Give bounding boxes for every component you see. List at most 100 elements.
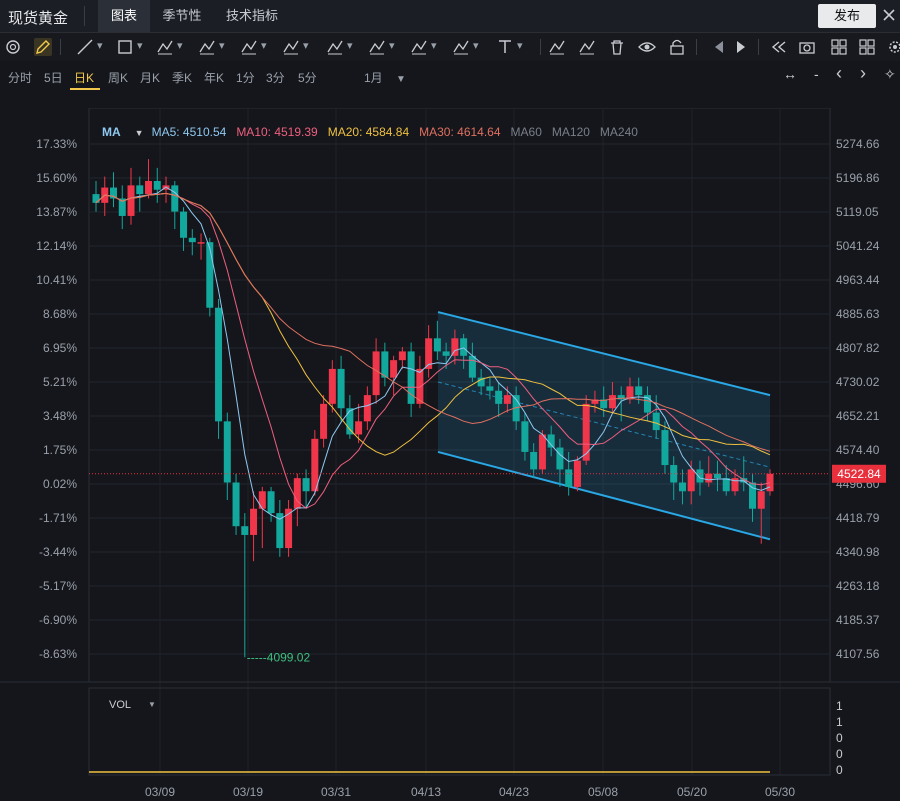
chevron-down-icon[interactable]: ▾: [97, 39, 103, 52]
rewind-icon[interactable]: [770, 38, 788, 56]
candle-body[interactable]: [503, 395, 511, 404]
period-2[interactable]: 日K: [74, 69, 94, 86]
chevron-down-icon[interactable]: ▾: [389, 39, 395, 52]
candle-body[interactable]: [171, 185, 179, 212]
candle-body[interactable]: [722, 478, 730, 492]
chevron-down-icon[interactable]: ▼: [148, 700, 156, 709]
chevron-down-icon[interactable]: ▾: [137, 39, 143, 52]
more-icon[interactable]: ✧: [884, 66, 896, 83]
candle-body[interactable]: [713, 473, 721, 479]
candle-body[interactable]: [328, 368, 336, 404]
candle-body[interactable]: [372, 351, 380, 396]
candle-body[interactable]: [521, 421, 529, 452]
publish-button[interactable]: 发布: [818, 4, 876, 28]
candle-body[interactable]: [355, 421, 363, 435]
pencil-icon[interactable]: [578, 38, 596, 56]
period-6[interactable]: 年K: [204, 69, 224, 86]
chevron-down-icon[interactable]: ▾: [303, 39, 309, 52]
candle-body[interactable]: [398, 351, 406, 361]
candle-body[interactable]: [635, 386, 643, 396]
chevron-down-icon[interactable]: ▾: [517, 39, 523, 52]
trash-icon[interactable]: [608, 38, 626, 56]
period-4[interactable]: 月K: [140, 69, 160, 86]
chart-area[interactable]: 17.33% 5274.66 15.60% 5196.86 13.87% 5119.05 1…: [0, 108, 900, 801]
candle-body[interactable]: [188, 237, 196, 243]
candle-body[interactable]: [451, 338, 459, 356]
period-1[interactable]: 5日: [44, 69, 63, 86]
candle-body[interactable]: [250, 508, 258, 535]
parallel-lines-icon[interactable]: [156, 38, 174, 56]
line-icon[interactable]: [76, 38, 94, 56]
candle-body[interactable]: [337, 368, 345, 409]
tab-technical-indicators[interactable]: 技术指标: [216, 0, 288, 32]
period-8[interactable]: 3分: [266, 69, 285, 86]
chevron-down-icon[interactable]: ▾: [347, 39, 353, 52]
chevron-down-icon[interactable]: ▼: [135, 128, 144, 138]
candle-body[interactable]: [153, 180, 161, 190]
tab-chart[interactable]: 图表: [98, 0, 150, 32]
candle-body[interactable]: [460, 338, 468, 356]
candle-body[interactable]: [127, 185, 135, 216]
candle-body[interactable]: [486, 386, 494, 391]
candle-body[interactable]: [197, 242, 205, 244]
expand-button[interactable]: ↔: [783, 66, 797, 82]
candle-body[interactable]: [530, 451, 538, 470]
grid-icon[interactable]: [858, 38, 876, 56]
candle-body[interactable]: [556, 447, 564, 470]
channel-icon[interactable]: [368, 38, 386, 56]
candle-body[interactable]: [232, 482, 240, 527]
step-back-icon[interactable]: [710, 38, 728, 56]
candle-body[interactable]: [442, 351, 450, 356]
candle-body[interactable]: [258, 491, 266, 509]
text-icon[interactable]: [496, 38, 514, 56]
candle-body[interactable]: [582, 403, 590, 461]
lock-icon[interactable]: [668, 38, 686, 56]
camera-icon[interactable]: [798, 38, 816, 56]
candle-body[interactable]: [678, 482, 686, 492]
candle-body[interactable]: [495, 390, 503, 404]
close-icon[interactable]: [883, 9, 895, 21]
period-5[interactable]: 季K: [172, 69, 192, 86]
candle-body[interactable]: [346, 408, 354, 435]
candle-body[interactable]: [92, 194, 100, 203]
candle-body[interactable]: [381, 351, 389, 378]
candle-body[interactable]: [215, 307, 223, 422]
candle-body[interactable]: [241, 526, 249, 535]
candle-body[interactable]: [390, 360, 398, 378]
step-forward-icon[interactable]: [732, 38, 750, 56]
candle-body[interactable]: [661, 430, 669, 466]
scroll-right-button[interactable]: ›: [860, 63, 866, 84]
vol-label[interactable]: VOL: [109, 699, 131, 711]
period-9[interactable]: 5分: [298, 69, 317, 86]
candle-body[interactable]: [573, 460, 581, 487]
candle-body[interactable]: [565, 469, 573, 487]
brush-icon[interactable]: [410, 38, 428, 56]
ma-legend[interactable]: MA ▼ MA5: 4510.54 MA10: 4519.39 MA20: 4584.8…: [102, 125, 638, 139]
period-3[interactable]: 周K: [108, 69, 128, 86]
settings-icon[interactable]: [886, 38, 900, 56]
candle-body[interactable]: [267, 491, 275, 514]
candle-body[interactable]: [696, 469, 704, 483]
pattern-icon[interactable]: [198, 38, 216, 56]
period-dropdown[interactable]: 1月 ▼: [364, 69, 406, 86]
chevron-down-icon[interactable]: ▾: [177, 39, 183, 52]
candle-type-icon[interactable]: [548, 38, 566, 56]
candle-body[interactable]: [180, 211, 188, 238]
candle-body[interactable]: [766, 473, 774, 492]
period-0[interactable]: 分时: [8, 69, 32, 86]
candle-body[interactable]: [206, 242, 214, 308]
measure-icon[interactable]: [240, 38, 258, 56]
fib-icon[interactable]: [282, 38, 300, 56]
chevron-down-icon[interactable]: ▾: [473, 39, 479, 52]
candle-body[interactable]: [363, 395, 371, 422]
zoom-out-button[interactable]: -: [814, 66, 819, 82]
candle-body[interactable]: [320, 403, 328, 439]
chevron-down-icon[interactable]: ▾: [219, 39, 225, 52]
candle-body[interactable]: [538, 434, 546, 470]
arrow-icon[interactable]: [452, 38, 470, 56]
candle-body[interactable]: [757, 491, 765, 509]
chevron-down-icon[interactable]: ▾: [431, 39, 437, 52]
candle-body[interactable]: [652, 412, 660, 431]
candle-body[interactable]: [136, 185, 144, 195]
candle-body[interactable]: [608, 395, 616, 409]
